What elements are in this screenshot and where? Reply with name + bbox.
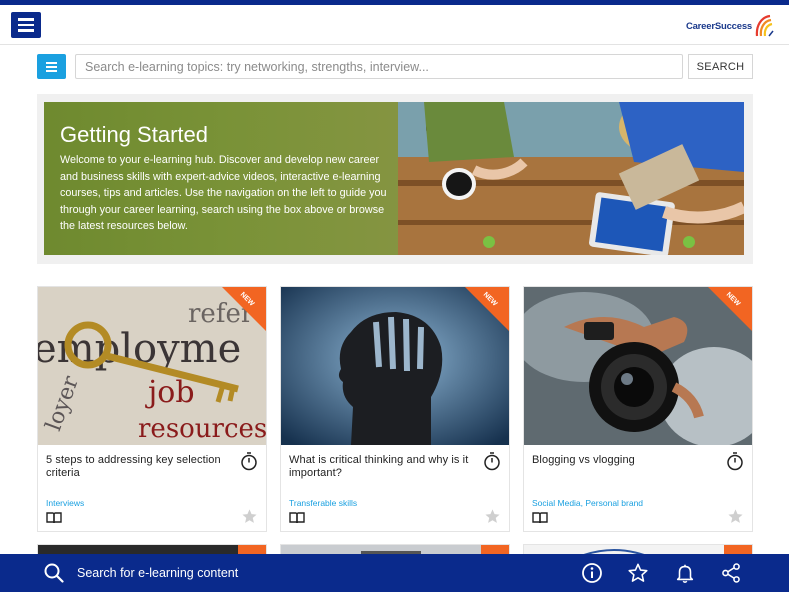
favorite-star-icon[interactable] <box>484 508 501 525</box>
search-options-button[interactable] <box>37 54 66 79</box>
card-title: What is critical thinking and why is it … <box>289 454 469 479</box>
bottom-search-label[interactable]: Search for e-learning content <box>77 566 238 580</box>
resource-card[interactable]: NEW Blogging vs vlogging Social Media, P… <box>523 286 753 532</box>
bell-icon[interactable] <box>674 562 696 584</box>
book-icon <box>46 512 62 524</box>
search-row: SEARCH <box>37 54 753 79</box>
book-icon <box>289 512 305 524</box>
logo-text: CareerSuccess <box>685 20 752 32</box>
svg-text:job: job <box>145 375 195 410</box>
bottom-navigation-bar: Search for e-learning content <box>0 554 789 592</box>
hero-banner: Getting Started Welcome to your e-learni… <box>37 94 753 264</box>
info-icon[interactable] <box>581 562 603 584</box>
share-icon[interactable] <box>720 562 742 584</box>
hero-title: Getting Started <box>60 122 208 147</box>
search-button[interactable]: SEARCH <box>688 54 753 79</box>
svg-text:resources: resources <box>138 414 266 444</box>
card-category[interactable]: Social Media, Personal brand <box>532 498 643 508</box>
favorite-star-icon[interactable] <box>241 508 258 525</box>
hamburger-icon <box>18 18 34 21</box>
getting-started-banner[interactable]: Getting Started Welcome to your e-learni… <box>44 102 744 255</box>
new-badge: NEW <box>465 287 509 331</box>
timer-icon <box>727 452 743 471</box>
list-icon <box>46 61 57 64</box>
hamburger-menu-button[interactable] <box>11 12 41 38</box>
star-icon[interactable] <box>627 562 649 584</box>
hero-description: Welcome to your e-learning hub. Discover… <box>60 154 387 232</box>
search-icon[interactable] <box>44 563 64 583</box>
new-badge: NEW <box>708 287 752 331</box>
logo-arcs-icon <box>755 14 774 37</box>
resource-card[interactable]: NEW What is critical thinking and why is… <box>280 286 510 532</box>
favorite-star-icon[interactable] <box>727 508 744 525</box>
book-icon <box>532 512 548 524</box>
new-badge: NEW <box>222 287 266 331</box>
search-input[interactable] <box>75 54 683 79</box>
card-title: 5 steps to addressing key selection crit… <box>46 454 221 479</box>
timer-icon <box>484 452 500 471</box>
card-category[interactable]: Transferable skills <box>289 498 357 508</box>
careersuccess-logo[interactable]: CareerSuccess <box>686 13 775 39</box>
card-title: Blogging vs vlogging <box>532 454 635 466</box>
app-header: CareerSuccess <box>0 5 789 45</box>
timer-icon <box>241 452 257 471</box>
resource-card[interactable]: refer employme job resources loyer NEW 5… <box>37 286 267 532</box>
card-category[interactable]: Interviews <box>46 498 84 508</box>
